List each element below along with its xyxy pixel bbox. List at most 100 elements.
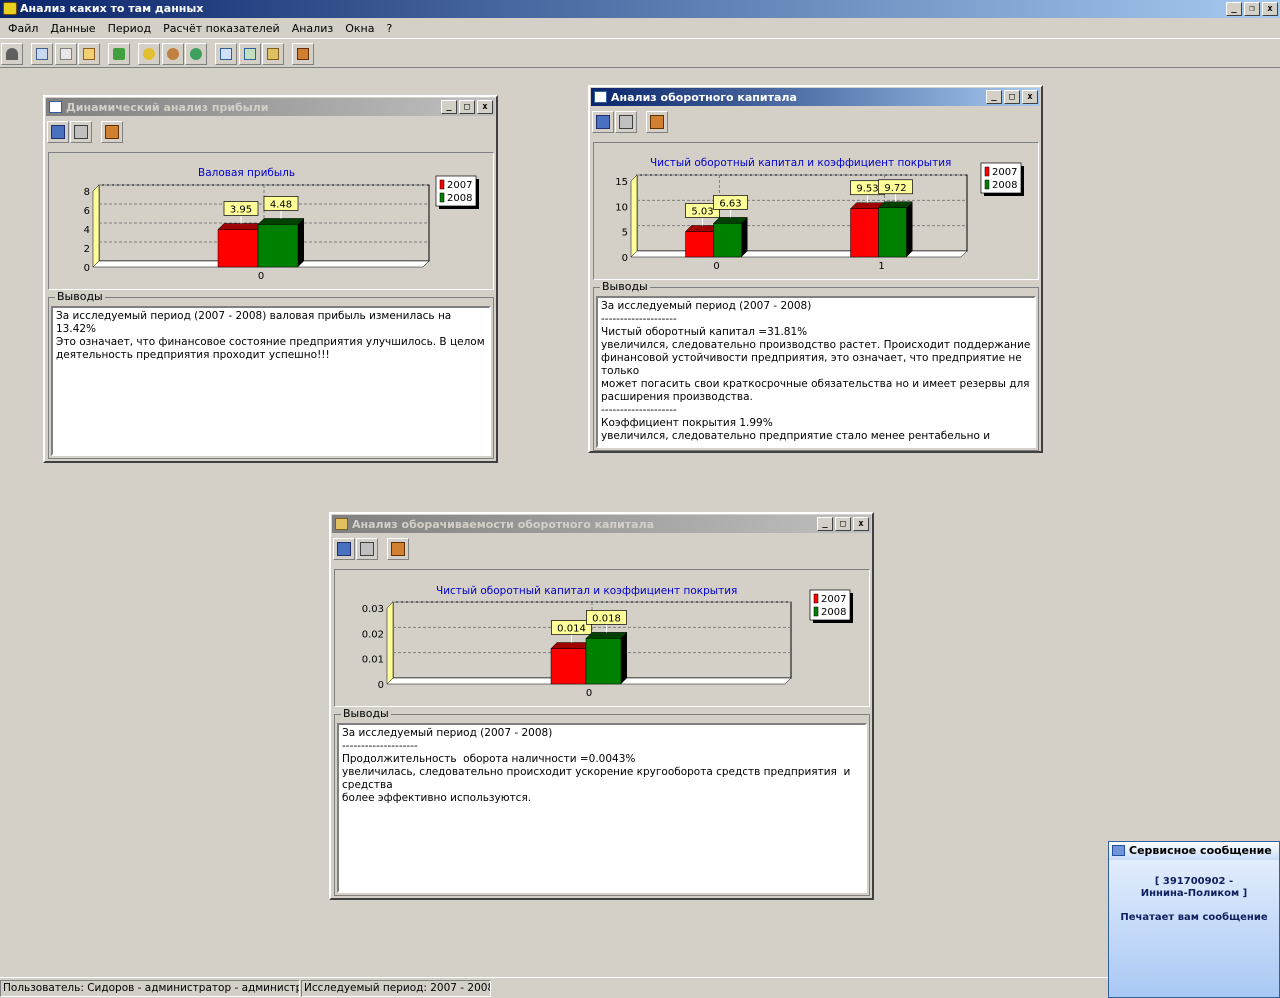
y-tick-label: 0 (84, 263, 90, 274)
profit-window-title-bar[interactable]: Динамический анализ прибыли _ □ x (46, 98, 495, 116)
chart-panel: Валовая прибыль 0 2 4 6 8 0 3.95 4.48 2007 2008 (48, 152, 494, 290)
y-tick-label: 0 (622, 253, 628, 264)
edit-data-button[interactable] (78, 43, 100, 65)
refresh-button[interactable] (185, 43, 207, 65)
conclusions-group: Выводы За исследуемый период (2007 - 200… (48, 290, 494, 459)
add-data-button[interactable] (55, 43, 77, 65)
profit-analysis-window[interactable]: Динамический анализ прибыли _ □ x Валовая … (43, 95, 498, 463)
save-icon (596, 115, 610, 129)
maximize-button[interactable]: □ (835, 517, 851, 531)
filter-button[interactable] (108, 43, 130, 65)
conclusions-group: Выводы За исследуемый период (2007 - 200… (593, 280, 1039, 451)
close-button[interactable]: x (853, 517, 869, 531)
bar-top (217, 223, 265, 230)
legend-swatch (439, 179, 445, 190)
data-label: 6.63 (719, 198, 741, 209)
menu-analysis[interactable]: Анализ (286, 22, 340, 35)
popup-header: Сервисное сообщение (1109, 842, 1279, 860)
chart-panel: Чистый оборотный капитал и коэффициент п… (334, 569, 870, 707)
close-window-button[interactable] (387, 538, 409, 560)
bar-2008 (878, 207, 907, 258)
plot-left-wall (630, 174, 638, 258)
print-button[interactable] (70, 121, 92, 143)
print-button[interactable] (356, 538, 378, 560)
y-tick-label: 10 (615, 202, 628, 213)
bar-2008 (713, 223, 742, 258)
user-button[interactable] (1, 43, 23, 65)
filter-icon (113, 48, 125, 60)
conclusions-memo[interactable]: За исследуемый период (2007 - 2008) вало… (51, 306, 491, 456)
bar-top (585, 632, 628, 639)
window-icon (220, 48, 232, 60)
app-title-bar: Анализ каких то там данных _ ❐ x (0, 0, 1280, 18)
main-toolbar (0, 38, 1280, 68)
chart-icon (267, 48, 279, 60)
menu-windows[interactable]: Окна (339, 22, 380, 35)
conclusions-label: Выводы (600, 280, 650, 293)
data-label: 9.53 (856, 184, 878, 195)
refresh-icon (190, 48, 202, 60)
data-label: 0.018 (592, 613, 621, 624)
menu-file[interactable]: Файл (2, 22, 44, 35)
save-icon (337, 542, 351, 556)
y-tick-label: 15 (615, 177, 628, 188)
y-tick-label: 4 (84, 225, 90, 236)
menu-help[interactable]: ? (380, 22, 398, 35)
legend-swatch (813, 606, 819, 617)
bar-2007 (217, 229, 259, 268)
x-tick-label: 0 (258, 271, 264, 282)
service-message-popup[interactable]: Сервисное сообщение [ 391700902 - Иннина… (1108, 841, 1280, 998)
print-button[interactable] (615, 111, 637, 133)
save-button[interactable] (592, 111, 614, 133)
restore-button[interactable]: ❐ (1244, 2, 1260, 16)
coins-button[interactable] (138, 43, 160, 65)
minimize-button[interactable]: _ (441, 100, 457, 114)
capital-window-title-bar[interactable]: Анализ оборотного капитала _ □ x (591, 88, 1040, 106)
minimize-button[interactable]: _ (1226, 2, 1242, 16)
close-button[interactable]: x (1022, 90, 1038, 104)
turnover-window-title-bar[interactable]: Анализ оборачиваемости оборотного капита… (332, 515, 871, 533)
turnover-window-button[interactable] (262, 43, 284, 65)
conclusions-memo[interactable]: За исследуемый период (2007 - 2008) ----… (596, 296, 1036, 448)
close-window-button[interactable] (646, 111, 668, 133)
save-button[interactable] (333, 538, 355, 560)
data-label: 4.48 (270, 199, 292, 210)
y-tick-label: 5 (622, 228, 628, 239)
bar-2007 (850, 208, 879, 258)
minimize-button[interactable]: _ (986, 90, 1002, 104)
y-tick-label: 0.02 (362, 629, 384, 640)
money-bag-button[interactable] (162, 43, 184, 65)
profit-window-button[interactable] (215, 43, 237, 65)
turnover-analysis-window[interactable]: Анализ оборачиваемости оборотного капита… (329, 512, 874, 900)
menu-period[interactable]: Период (102, 22, 158, 35)
exit-button[interactable] (292, 43, 314, 65)
data-label: 5.03 (691, 207, 713, 218)
menu-calculation[interactable]: Расчёт показателей (157, 22, 286, 35)
data-table-button[interactable] (31, 43, 53, 65)
conclusions-memo[interactable]: За исследуемый период (2007 - 2008) ----… (337, 723, 867, 893)
maximize-button[interactable]: □ (1004, 90, 1020, 104)
menu-data[interactable]: Данные (44, 22, 101, 35)
plot-floor (630, 250, 968, 258)
bar-2007 (550, 648, 587, 685)
capital-analysis-window[interactable]: Анализ оборотного капитала _ □ x Чистый об… (588, 85, 1043, 453)
status-period: Исследуемый период: 2007 - 2008 (301, 980, 491, 997)
close-button[interactable]: x (477, 100, 493, 114)
bar-2007 (685, 231, 714, 258)
message-icon (1112, 845, 1125, 856)
close-window-button[interactable] (101, 121, 123, 143)
coins-icon (143, 48, 155, 60)
y-tick-label: 6 (84, 206, 90, 217)
minimize-button[interactable]: _ (817, 517, 833, 531)
table-icon (36, 48, 48, 60)
window-icon (594, 91, 607, 103)
maximize-button[interactable]: □ (459, 100, 475, 114)
capital-window-button[interactable] (239, 43, 261, 65)
bar-top (257, 218, 305, 225)
capital-window-title: Анализ оборотного капитала (611, 91, 797, 104)
save-button[interactable] (47, 121, 69, 143)
close-button[interactable]: x (1262, 2, 1278, 16)
bar-side (298, 218, 304, 267)
y-tick-label: 8 (84, 187, 90, 198)
data-label: 0.014 (557, 624, 586, 635)
